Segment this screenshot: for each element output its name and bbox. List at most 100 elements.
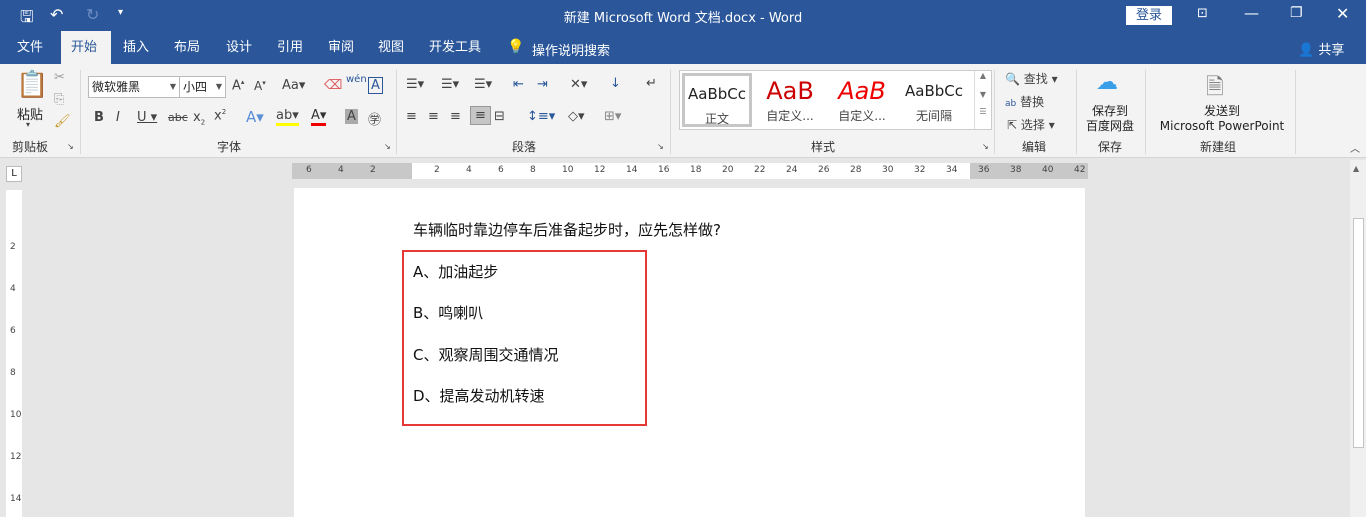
- borders-icon[interactable]: ⊞▾: [604, 109, 621, 124]
- shrink-font-icon[interactable]: A▾: [254, 79, 266, 93]
- style-name: 正文: [704, 112, 729, 126]
- replace-button[interactable]: ab 替换: [1005, 93, 1044, 110]
- styles-scroll[interactable]: ▲ ▼ ☰: [974, 71, 991, 129]
- clipboard-launcher-icon[interactable]: ↘: [67, 142, 74, 151]
- increase-indent-icon[interactable]: ⇥: [537, 77, 548, 92]
- justify-icon[interactable]: ≡: [470, 106, 491, 125]
- sort-icon[interactable]: ↓: [610, 76, 621, 91]
- save-to-baidu-button[interactable]: 保存到 百度网盘: [1080, 104, 1140, 134]
- clear-formatting-icon[interactable]: ⌫: [324, 78, 342, 93]
- numbering-icon[interactable]: ☰▾: [441, 77, 459, 92]
- divider: [80, 70, 81, 154]
- highlight-box: [402, 250, 647, 426]
- bullets-icon[interactable]: ☰▾: [406, 77, 424, 92]
- tab-layout[interactable]: 布局: [164, 31, 210, 64]
- chevron-down-icon: ▼: [169, 82, 176, 91]
- minimize-icon[interactable]: —: [1244, 4, 1259, 22]
- question-text[interactable]: 车辆临时靠边停车后准备起步时，应先怎样做?: [413, 219, 721, 240]
- divider: [670, 70, 671, 154]
- find-button[interactable]: 🔍 查找 ▾: [1005, 70, 1058, 87]
- style-custom-2[interactable]: AaB 自定义...: [826, 73, 898, 127]
- vertical-scrollbar[interactable]: ▲: [1350, 160, 1366, 517]
- strikethrough-icon[interactable]: abc: [168, 111, 188, 124]
- tab-insert[interactable]: 插入: [113, 31, 159, 64]
- align-right-icon[interactable]: ≡: [450, 109, 461, 124]
- character-shading-icon[interactable]: A: [345, 109, 358, 124]
- style-custom-1[interactable]: AaB 自定义...: [754, 73, 826, 127]
- tab-design[interactable]: 设计: [216, 31, 262, 64]
- clipboard-group-label: 剪贴板: [12, 140, 49, 154]
- change-case-icon[interactable]: Aa▾: [282, 78, 305, 93]
- ribbon-display-icon[interactable]: ⊡: [1197, 6, 1208, 21]
- replace-icon: ab: [1005, 99, 1017, 109]
- font-name-combo[interactable]: 微软雅黑 ▼: [88, 76, 180, 98]
- ribbon: 📋 粘贴 ▾ ✂ ⎘ 🖌 剪贴板 ↘ 微软雅黑 ▼ 小四 ▼ A▴ A▾ Aa▾ ⌫…: [0, 64, 1366, 158]
- bold-icon[interactable]: B: [94, 110, 104, 125]
- paste-dropdown-icon[interactable]: ▾: [26, 120, 30, 129]
- distributed-icon[interactable]: ⊟: [494, 109, 505, 124]
- superscript-icon[interactable]: x2: [214, 108, 226, 123]
- font-color-icon[interactable]: A▾: [311, 108, 327, 126]
- copy-icon[interactable]: ⎘: [54, 92, 64, 107]
- select-button[interactable]: ⇱ 选择 ▾: [1007, 116, 1055, 133]
- close-icon[interactable]: ✕: [1336, 4, 1349, 23]
- baidu-netdisk-icon[interactable]: ☁: [1096, 70, 1118, 95]
- align-left-icon[interactable]: ≡: [406, 109, 417, 124]
- cut-icon[interactable]: ✂: [54, 70, 65, 85]
- font-size-combo[interactable]: 小四 ▼: [179, 76, 226, 98]
- scrollbar-thumb[interactable]: [1353, 218, 1364, 448]
- underline-icon[interactable]: U ▾: [137, 110, 157, 125]
- tab-developer[interactable]: 开发工具: [419, 31, 491, 64]
- chinese-layout-icon[interactable]: ✕▾: [570, 77, 587, 92]
- style-no-spacing[interactable]: AaBbCc 无间隔: [898, 73, 970, 127]
- enclose-characters-icon[interactable]: ㊫: [368, 109, 381, 128]
- ruler-tick-label: 24: [786, 165, 798, 175]
- tab-home[interactable]: 开始: [61, 31, 111, 64]
- style-preview: AaB: [838, 77, 886, 105]
- tell-me-search[interactable]: 操作说明搜索: [532, 40, 610, 59]
- style-normal[interactable]: AaBbCc 正文: [682, 73, 752, 127]
- decrease-indent-icon[interactable]: ⇤: [513, 77, 524, 92]
- divider: [396, 70, 397, 154]
- styles-launcher-icon[interactable]: ↘: [982, 142, 989, 151]
- ribbon-tabs: 文件 开始 插入 布局 设计 引用 审阅 视图 开发工具 💡 操作说明搜索 👤 …: [0, 31, 1366, 64]
- tab-view[interactable]: 视图: [368, 31, 414, 64]
- horizontal-ruler[interactable]: 6 4 2 2 4 6 8 10 12 14 16 18 20 22 24 26 28 30 32 34 36 38 40 4…: [292, 163, 1088, 179]
- scroll-up-icon[interactable]: ▲: [1353, 164, 1359, 173]
- highlight-icon[interactable]: ab▾: [276, 108, 299, 126]
- character-border-icon[interactable]: A: [368, 77, 383, 94]
- ruler-tick-label: 4: [466, 165, 472, 175]
- subscript-icon[interactable]: x2: [193, 110, 205, 127]
- send-to-powerpoint-icon[interactable]: 🗎: [1206, 70, 1224, 108]
- italic-icon[interactable]: I: [116, 110, 120, 125]
- grow-font-icon[interactable]: A▴: [232, 78, 244, 93]
- scroll-up-icon[interactable]: ▲: [975, 71, 991, 80]
- format-painter-icon[interactable]: 🖌: [54, 114, 71, 129]
- font-launcher-icon[interactable]: ↘: [384, 142, 391, 151]
- align-center-icon[interactable]: ≡: [428, 109, 439, 124]
- paragraph-launcher-icon[interactable]: ↘: [657, 142, 664, 151]
- vertical-ruler[interactable]: 2 4 6 8 10 12 14: [6, 190, 22, 517]
- styles-more-icon[interactable]: ☰: [975, 107, 991, 116]
- scroll-down-icon[interactable]: ▼: [975, 90, 991, 99]
- tab-review[interactable]: 审阅: [318, 31, 364, 64]
- tab-selector[interactable]: L: [6, 166, 22, 182]
- send-to-powerpoint-button[interactable]: 发送到 Microsoft PowerPoint: [1150, 104, 1294, 134]
- ruler-tick-label: 14: [10, 494, 22, 504]
- login-button[interactable]: 登录: [1126, 6, 1172, 25]
- share-button[interactable]: 👤 共享: [1298, 39, 1344, 58]
- save-line1: 保存到: [1091, 104, 1128, 118]
- restore-icon[interactable]: ❐: [1290, 5, 1303, 21]
- paste-icon[interactable]: 📋: [16, 70, 48, 100]
- tab-file[interactable]: 文件: [7, 31, 53, 64]
- multilevel-list-icon[interactable]: ☰▾: [474, 77, 492, 92]
- phonetic-guide-icon[interactable]: wén: [346, 74, 367, 85]
- text-effects-icon[interactable]: A▾: [246, 108, 264, 126]
- collapse-ribbon-icon[interactable]: ︿: [1350, 140, 1360, 155]
- shading-icon[interactable]: ◇▾: [568, 109, 585, 124]
- tab-references[interactable]: 引用: [267, 31, 313, 64]
- ruler-tick-label: 2: [370, 165, 376, 175]
- ruler-tick-label: 26: [818, 165, 830, 175]
- show-marks-icon[interactable]: ↵: [646, 76, 657, 91]
- line-spacing-icon[interactable]: ↕≡▾: [527, 109, 555, 124]
